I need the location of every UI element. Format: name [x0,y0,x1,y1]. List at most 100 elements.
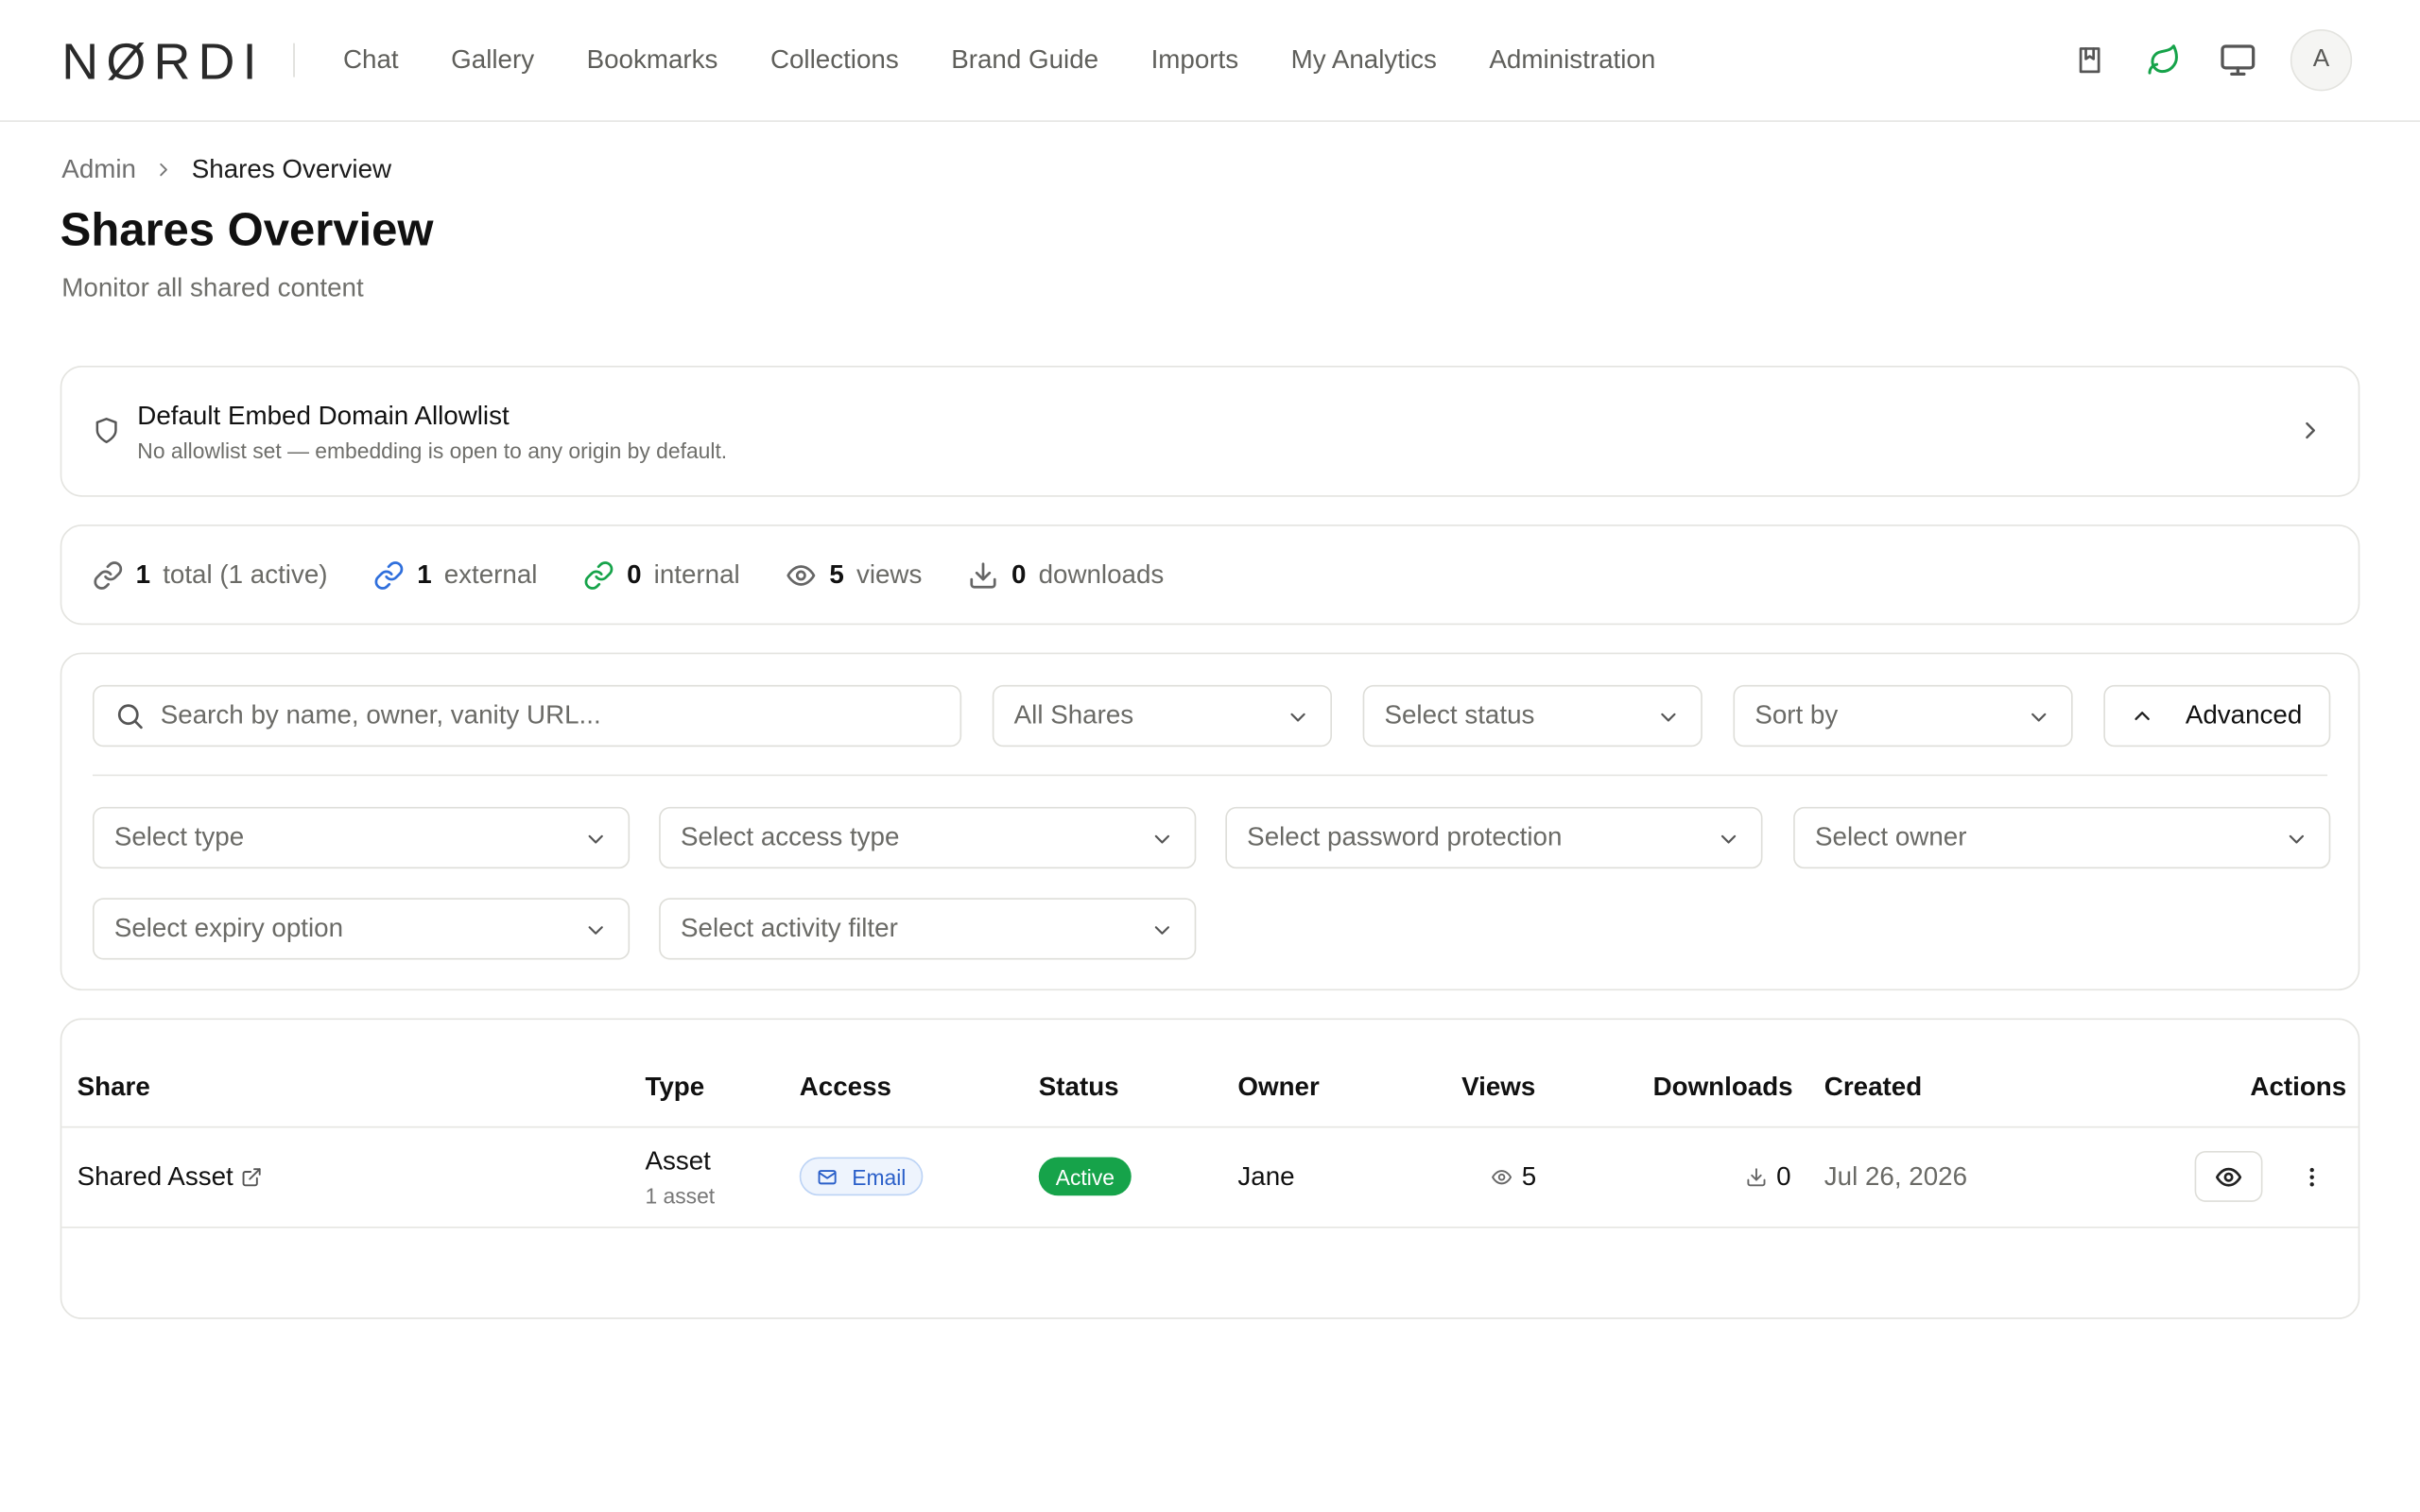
advanced-filters-button[interactable]: Advanced [2103,684,2331,747]
share-views-value: 5 [1521,1161,1537,1192]
eye-icon [1492,1170,1512,1185]
nav-item-administration[interactable]: Administration [1489,44,1655,76]
download-icon [971,561,997,588]
stat-downloads-label: downloads [1038,558,1165,589]
column-header-type[interactable]: Type [645,1073,704,1104]
leaf-icon [2148,44,2178,75]
row-divider [61,1226,2359,1228]
bookmark-book-icon [2079,47,2100,74]
shares-table: Share Type Access Status Owner Views Dow… [60,1018,2360,1319]
stat-total-label: total (1 active) [163,558,328,589]
share-owner: Jane [1237,1161,1295,1192]
leaf-button[interactable] [2133,29,2194,91]
type-select-value: Select type [113,822,245,852]
breadcrumb-admin-link[interactable]: Admin [61,154,136,185]
stat-total: 1 total (1 active) [93,559,328,591]
status-select-value: Select status [1384,700,1535,730]
password-protection-select[interactable]: Select password protection [1225,806,1763,869]
stat-external-label: external [443,558,538,589]
page-title: Shares Overview [60,205,434,257]
nav-item-chat[interactable]: Chat [343,44,399,76]
eye-icon [2215,1166,2242,1186]
expiry-select-value: Select expiry option [113,913,344,943]
status-select[interactable]: Select status [1362,684,1703,747]
more-vertical-icon [2309,1167,2314,1187]
user-avatar[interactable]: A [2290,29,2353,92]
type-select[interactable]: Select type [92,806,631,869]
access-badge: Email [799,1157,924,1196]
expiry-select[interactable]: Select expiry option [92,898,631,960]
sort-select[interactable]: Sort by [1733,684,2073,747]
share-name: Shared Asset [77,1161,233,1192]
brand-logo[interactable]: NØRDI [61,35,264,86]
breadcrumb-current: Shares Overview [191,154,392,184]
share-type: Asset [645,1146,711,1177]
chevron-down-icon [1720,834,1737,844]
nav-item-gallery[interactable]: Gallery [451,44,534,76]
search-input[interactable] [160,700,902,731]
external-link-icon [242,1168,261,1187]
sort-select-value: Sort by [1754,700,1839,730]
download-icon [1747,1168,1766,1187]
embed-allowlist-card[interactable]: Default Embed Domain Allowlist No allowl… [60,365,2360,497]
search-field[interactable] [92,684,962,747]
nav-item-bookmarks[interactable]: Bookmarks [587,44,718,76]
chevron-down-icon [1154,834,1170,844]
share-downloads: 0 [1746,1161,1791,1193]
stat-downloads-value: 0 [1011,558,1027,589]
chevron-down-icon [1290,713,1305,722]
nav-item-imports[interactable]: Imports [1151,44,1239,76]
internal-link-icon [584,560,614,589]
stat-internal-value: 0 [627,558,642,589]
password-protection-select-value: Select password protection [1247,822,1563,852]
bookmark-book-button[interactable] [2059,29,2120,91]
monitor-button[interactable] [2207,29,2269,91]
shares-select-value: All Shares [1013,700,1134,730]
column-header-created[interactable]: Created [1824,1073,1922,1104]
column-header-actions: Actions [2250,1072,2347,1102]
header-actions: A [2047,29,2353,92]
stat-views-value: 5 [829,558,844,589]
monitor-icon [2221,44,2256,76]
activity-select-value: Select activity filter [680,913,898,943]
chevron-down-icon [588,926,603,935]
stat-downloads: 0 downloads [968,559,1164,591]
access-type-select[interactable]: Select access type [659,806,1197,869]
main-nav: Chat Gallery Bookmarks Collections Brand… [317,44,1682,76]
nav-item-my-analytics[interactable]: My Analytics [1291,44,1437,76]
row-more-actions-button[interactable] [2293,1156,2330,1199]
status-badge: Active [1038,1157,1132,1196]
column-header-owner[interactable]: Owner [1237,1073,1319,1104]
link-icon [94,560,123,589]
chevron-down-icon [2289,834,2305,844]
page-subtitle: Monitor all shared content [61,272,364,302]
external-link-icon [374,560,404,589]
activity-select[interactable]: Select activity filter [659,898,1197,960]
nav-item-collections[interactable]: Collections [770,44,899,76]
column-header-views[interactable]: Views [1461,1073,1535,1104]
mail-icon [818,1169,837,1184]
view-share-button[interactable] [2194,1150,2263,1202]
breadcrumb: Admin Shares Overview [61,154,391,185]
share-name-link[interactable]: Shared Asset [78,1161,263,1193]
chevron-down-icon [2031,713,2047,722]
stat-views-label: views [856,558,923,589]
share-views: 5 [1491,1161,1536,1193]
column-header-downloads[interactable]: Downloads [1653,1073,1793,1104]
filters-divider [92,774,2328,777]
share-created: Jul 26, 2026 [1824,1161,1968,1192]
owner-select-value: Select owner [1814,822,1967,852]
search-icon [117,704,143,730]
shares-select[interactable]: All Shares [992,684,1332,747]
share-type-count: 1 asset [645,1183,716,1209]
nav-item-brand-guide[interactable]: Brand Guide [951,44,1098,76]
filters-card: All Shares Select status Sort by Advance… [60,652,2360,991]
owner-select[interactable]: Select owner [1793,806,2331,869]
header-divider [61,1125,2359,1128]
column-header-access[interactable]: Access [800,1073,891,1104]
advanced-filters-label: Advanced [2185,700,2303,730]
chevron-right-icon [2296,417,2324,453]
chevron-up-icon [2135,712,2150,721]
column-header-status[interactable]: Status [1039,1073,1119,1104]
column-header-share[interactable]: Share [78,1073,150,1104]
